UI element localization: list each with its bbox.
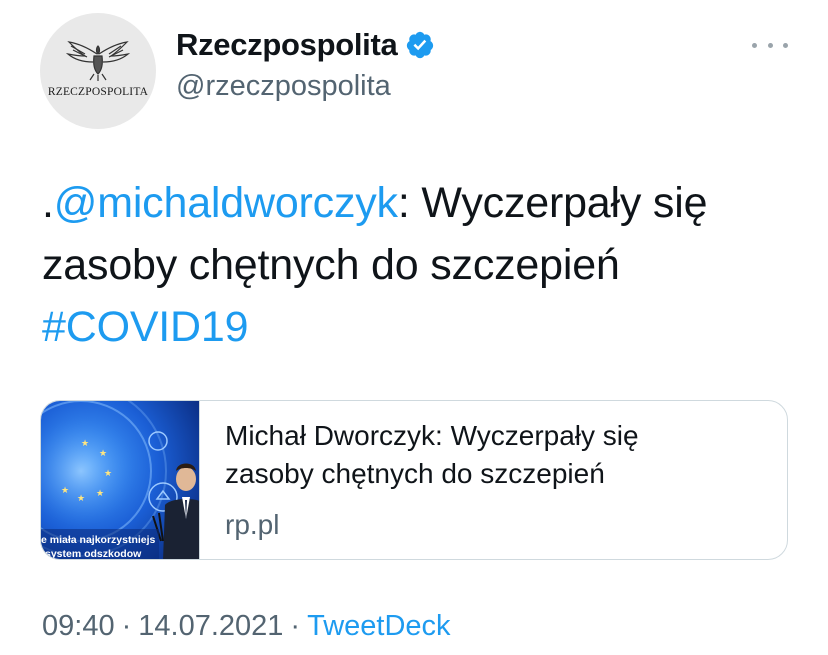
tweet-date[interactable]: 14.07.2021: [138, 610, 283, 642]
thumb-caption-1: e miała najkorzystniejs: [41, 534, 156, 546]
svg-text:★: ★: [99, 449, 107, 459]
avatar-wordmark: RZECZPOSPOLITA: [47, 86, 149, 98]
card-title-line-1: Michał Dworczyk: Wyczerpały się: [225, 420, 639, 451]
svg-text:★: ★: [61, 486, 69, 496]
thumb-caption-2: system odszkodow: [45, 548, 142, 560]
tweet-line-2: zasoby chętnych do szczepień: [42, 241, 620, 289]
tweet-prefix: .: [42, 179, 54, 227]
display-name[interactable]: Rzeczpospolita: [176, 27, 398, 63]
card-title-line-2: zasoby chętnych do szczepień: [225, 458, 605, 489]
card-thumbnail-image: ★★★ ★★★ e miała najkorzystniejs system o…: [41, 401, 199, 560]
tweet-metadata: 09:40 · 14.07.2021 · TweetDeck: [42, 610, 451, 643]
tweet-text: .@michaldworczyk: Wyczerpały się zasoby …: [42, 172, 802, 358]
tweet-text-rest: : Wyczerpały się: [397, 179, 708, 227]
separator: ·: [121, 610, 132, 642]
eagle-logo-icon: [65, 41, 131, 81]
tweet-time[interactable]: 09:40: [42, 610, 115, 642]
hashtag-link[interactable]: #COVID19: [42, 296, 802, 358]
link-preview-card[interactable]: ★ ★ ★ ★ ★ ★ e miała najkorzystniejs system o…: [40, 400, 788, 560]
card-domain: rp.pl: [225, 509, 280, 540]
display-name-row: Rzeczpospolita: [176, 25, 435, 65]
svg-text:★: ★: [81, 439, 89, 449]
separator: ·: [290, 610, 301, 642]
handle[interactable]: @rzeczpospolita: [176, 70, 391, 103]
svg-text:★: ★: [104, 469, 112, 479]
svg-text:★: ★: [96, 489, 104, 499]
card-thumbnail: ★ ★ ★ ★ ★ ★ e miała najkorzystniejs system o…: [41, 401, 200, 560]
card-title: Michał Dworczyk: Wyczerpały się zasoby c…: [225, 417, 765, 493]
more-options-icon[interactable]: [752, 36, 788, 54]
verified-badge-icon: [407, 31, 434, 59]
tweet-source-link[interactable]: TweetDeck: [307, 610, 450, 642]
more-dot: [783, 42, 788, 48]
mention-link[interactable]: @michaldworczyk: [54, 179, 398, 227]
more-dot: [752, 42, 757, 48]
tweet-line-1: .@michaldworczyk: Wyczerpały się: [42, 172, 802, 234]
avatar[interactable]: RZECZPOSPOLITA: [40, 13, 156, 129]
more-dot: [767, 42, 773, 48]
svg-text:★: ★: [77, 494, 85, 504]
